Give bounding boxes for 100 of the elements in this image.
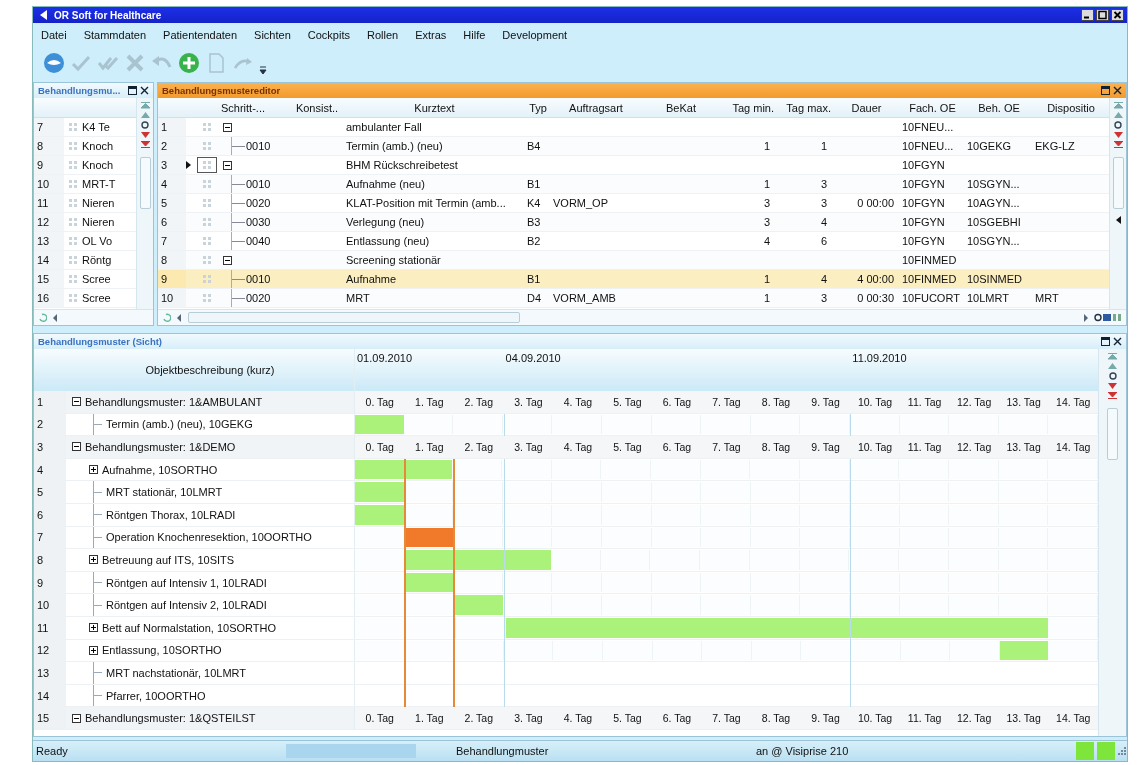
pane-title[interactable]: Behandlungsmustereditor	[162, 85, 281, 96]
menu-item[interactable]: Sichten	[254, 27, 291, 43]
gantt-bar-cell[interactable]	[355, 414, 404, 435]
table-row[interactable]: 8 Screening stationär 10FINMED	[158, 251, 1109, 270]
vertical-scrollbar[interactable]	[1109, 98, 1126, 309]
table-row[interactable]: 10 0020 MRT D4 VORM_AMB 1 3 0 00:30 10FUCORT 10LMRT MRT	[158, 289, 1109, 308]
table-row[interactable]: 8 Knoch	[34, 137, 136, 156]
step-label[interactable]: Entlassung, 10SORTHO	[102, 644, 222, 657]
column-header[interactable]: Dispositio	[1033, 101, 1109, 114]
scroll-thumb[interactable]	[139, 157, 151, 209]
vertical-scrollbar[interactable]	[136, 98, 153, 309]
collapse-icon[interactable]	[72, 442, 81, 452]
step-label[interactable]: Pfarrer, 10OORTHO	[106, 689, 206, 702]
step-label[interactable]: Betreuung auf ITS, 10SITS	[102, 553, 235, 566]
first-record-icon[interactable]	[1108, 353, 1117, 360]
menu-item[interactable]: Stammdaten	[83, 27, 147, 43]
step-label[interactable]: Termin (amb.) (neu), 10GEKG	[106, 418, 253, 431]
step-label[interactable]: MRT nachstationär, 10LMRT	[106, 666, 246, 679]
maximize-icon[interactable]	[1096, 9, 1109, 21]
table-row[interactable]: 13 OL Vo	[34, 232, 136, 251]
column-header[interactable]: Kurztext	[344, 101, 525, 114]
step-label[interactable]: MRT stationär, 10LMRT	[106, 486, 223, 499]
column-header[interactable]: Dauer	[833, 101, 900, 114]
first-record-icon[interactable]	[1113, 102, 1123, 109]
step-label[interactable]: Röntgen auf Intensiv 1, 10LRADI	[106, 576, 267, 589]
vertical-scrollbar[interactable]	[1098, 349, 1126, 736]
table-row[interactable]: 12 Nieren	[34, 213, 136, 232]
table-row[interactable]: 9 0010 Aufnahme B1 1 4 4 00:00 10FINMED 10SINMED	[158, 270, 1109, 289]
expand-icon[interactable]	[89, 555, 98, 565]
expand-icon[interactable]	[89, 465, 98, 475]
overflow-icon[interactable]	[259, 65, 267, 75]
scroll-thumb[interactable]	[1107, 408, 1118, 460]
table-row[interactable]: 16 Scree	[34, 289, 136, 308]
gantt-bar-cell[interactable]	[355, 504, 404, 525]
back-arrow-icon[interactable]	[39, 9, 48, 21]
collapse-icon[interactable]	[223, 160, 232, 170]
gantt-bar-cell[interactable]	[355, 459, 404, 480]
gantt-bar-cell[interactable]	[453, 550, 503, 570]
column-header[interactable]: Objektbeschreibung (kurz)	[66, 349, 354, 391]
step-label[interactable]: Röntgen auf Intensiv 2, 10LRADI	[106, 599, 267, 612]
down-arrow-icon[interactable]	[1108, 383, 1117, 389]
gantt-bar-cell[interactable]	[999, 640, 1049, 661]
close-icon[interactable]	[1113, 86, 1122, 95]
close-icon[interactable]	[140, 86, 149, 95]
column-header[interactable]: Tag min.	[721, 101, 776, 114]
column-header[interactable]: Schritt-...	[218, 101, 290, 114]
menu-item[interactable]: Rollen	[366, 27, 399, 43]
table-row[interactable]: 9 Knoch	[34, 156, 136, 175]
close-icon[interactable]	[1113, 337, 1122, 346]
refresh-icon[interactable]	[162, 313, 171, 322]
column-header[interactable]: BeKat	[641, 101, 721, 114]
horizontal-scrollbar[interactable]	[188, 312, 520, 323]
last-record-icon[interactable]	[1113, 141, 1123, 148]
column-header[interactable]: Konsist..	[290, 101, 344, 114]
table-row[interactable]: 4 0010 Aufnahme (neu) B1 1 3 10FGYN 10SGYN...	[158, 175, 1109, 194]
table-row[interactable]: 11 Nieren	[34, 194, 136, 213]
maximize-icon[interactable]	[128, 86, 137, 95]
refresh-icon[interactable]	[38, 313, 47, 322]
column-header[interactable]: Beh. OE	[965, 101, 1033, 114]
close-icon[interactable]	[1111, 9, 1124, 21]
column-header[interactable]: Typ	[525, 101, 551, 114]
gantt-bar-cell[interactable]	[454, 595, 503, 615]
menu-item[interactable]: Datei	[41, 27, 67, 43]
gantt-bar-cell[interactable]	[404, 527, 454, 548]
maximize-icon[interactable]	[1101, 86, 1110, 95]
left-arrow-icon[interactable]	[1115, 216, 1121, 224]
gantt-bar-cell[interactable]	[505, 617, 556, 638]
step-label[interactable]: Aufnahme, 10SORTHO	[102, 463, 218, 476]
gantt-bar-cell[interactable]	[355, 482, 404, 502]
scroll-thumb[interactable]	[1112, 157, 1124, 209]
step-label[interactable]: Bett auf Normalstation, 10SORTHO	[102, 621, 277, 634]
down-arrow-icon[interactable]	[1113, 132, 1123, 138]
maximize-icon[interactable]	[1101, 337, 1110, 346]
collapse-icon[interactable]	[72, 713, 81, 723]
collapse-icon[interactable]	[223, 255, 232, 265]
circle-icon[interactable]	[1108, 372, 1117, 380]
gantt-bar-cell[interactable]	[850, 617, 900, 638]
table-row[interactable]: 6 0030 Verlegung (neu) B3 3 4 10FGYN 10SGEBHI	[158, 213, 1109, 232]
column-header[interactable]: Tag max.	[776, 101, 833, 114]
menu-item[interactable]: Patientendaten	[163, 27, 238, 43]
step-label[interactable]: Röntgen Thorax, 10LRADI	[106, 508, 236, 521]
gantt-bar-cell[interactable]	[801, 617, 851, 638]
menu-item[interactable]: Development	[502, 27, 568, 43]
collapse-icon[interactable]	[72, 397, 81, 407]
down-arrow-icon[interactable]	[140, 132, 150, 138]
gantt-bar-cell[interactable]	[502, 550, 551, 570]
table-row[interactable]: 2 0010 Termin (amb.) (neu) B4 1 1 10FNEU... 10GEKG EKG-LZ	[158, 137, 1109, 156]
pane-title[interactable]: Behandlungsmuster (Sicht)	[38, 336, 163, 347]
circle-icon[interactable]	[1114, 121, 1122, 129]
gantt-bar-cell[interactable]	[403, 459, 453, 480]
right-arrow-icon[interactable]	[1084, 313, 1089, 322]
circle-icon[interactable]	[141, 121, 149, 129]
last-record-icon[interactable]	[140, 141, 150, 148]
table-row[interactable]: 14 Röntg	[34, 251, 136, 270]
gantt-bar-cell[interactable]	[998, 617, 1048, 638]
column-header[interactable]: Fach. OE	[900, 101, 965, 114]
pane-title[interactable]: Behandlungsmu...	[38, 85, 121, 96]
table-row[interactable]: 7 K4 Te	[34, 118, 136, 137]
expand-icon[interactable]	[89, 623, 98, 633]
gantt-bar-cell[interactable]	[404, 572, 454, 593]
